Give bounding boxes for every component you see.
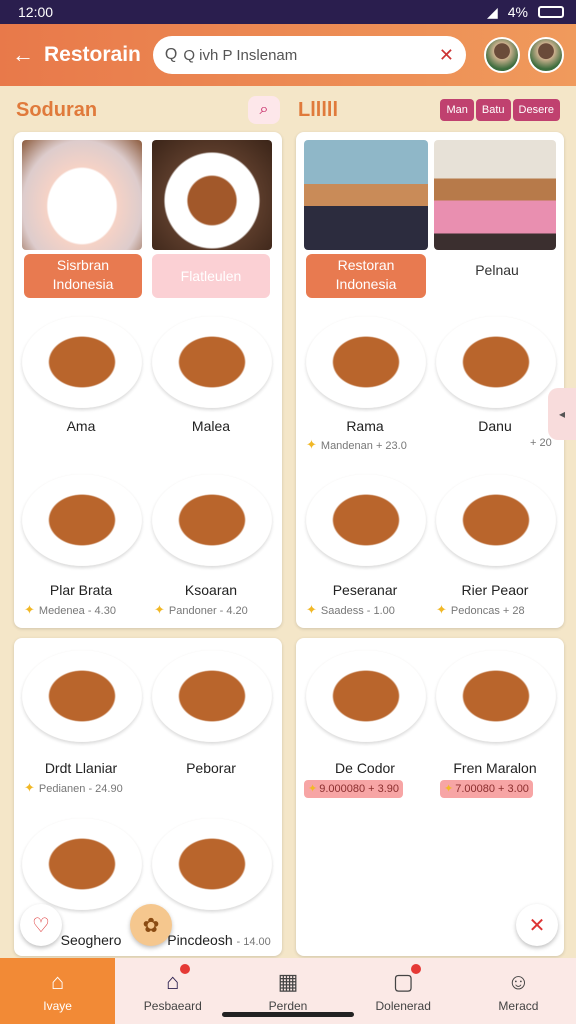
- nav-label: Ivaye: [43, 999, 72, 1013]
- restaurant-photo: [22, 140, 142, 250]
- star-icon: ✦: [436, 602, 447, 617]
- dish-name: Fren Maralon: [453, 760, 537, 776]
- home-indicator: [222, 1012, 354, 1017]
- dish-name: Drdt Llaniar: [44, 760, 118, 776]
- dish-price: ✦ Pedoncas + 28: [436, 602, 525, 617]
- dish-image[interactable]: [152, 818, 272, 910]
- home-icon: ⌂: [50, 969, 65, 994]
- app-bar: ← Restorain Q ✕: [0, 24, 576, 86]
- dish-name: Danu: [478, 418, 512, 434]
- dish-price: + 20: [530, 437, 552, 449]
- dish-image[interactable]: [22, 474, 142, 566]
- star-icon: ✦: [306, 602, 317, 617]
- nav-home[interactable]: ⌂ Ivaye: [0, 958, 116, 1024]
- dish-price: ✦ Pedianen - 24.90: [24, 780, 123, 795]
- restaurant-card-top-right[interactable]: Restoran Indonesia Pelnau Rama Danu ✦ Man…: [296, 132, 564, 628]
- home-icon: ⌂: [166, 969, 180, 994]
- store-icon: ▦: [277, 969, 299, 994]
- dish-name: De Codor: [335, 760, 395, 776]
- dish-image[interactable]: [436, 316, 556, 408]
- search-icon: Q: [164, 46, 178, 63]
- chevron-left-icon: ◂: [558, 407, 566, 421]
- chip-filter-2[interactable]: Batu: [475, 99, 511, 121]
- restaurant-tag[interactable]: Pelnau: [444, 262, 550, 278]
- dish-image[interactable]: [152, 650, 272, 742]
- favorite-icon[interactable]: ♡: [20, 904, 62, 946]
- dish-image[interactable]: [306, 316, 426, 408]
- close-icon[interactable]: ✕: [439, 45, 454, 66]
- dish-image[interactable]: [436, 650, 556, 742]
- chip-filter-3[interactable]: Desere: [512, 99, 560, 121]
- star-icon: ✦: [444, 783, 454, 795]
- clock: 12:00: [18, 4, 54, 20]
- search-input[interactable]: [183, 46, 439, 64]
- battery-icon: [538, 6, 564, 18]
- nav-label: Meracd: [498, 999, 539, 1013]
- star-icon: ✦: [154, 602, 165, 617]
- fab-icon[interactable]: ✿: [130, 904, 172, 946]
- nav-label: Pesbaeard: [143, 999, 202, 1013]
- dish-image[interactable]: [306, 474, 426, 566]
- section-title-right: Llllll: [298, 98, 338, 121]
- dish-price: ✦ 9.000080 + 3.90: [304, 780, 404, 798]
- dish-image[interactable]: [22, 316, 142, 408]
- dish-image[interactable]: [22, 650, 142, 742]
- nav-profile[interactable]: ☺ Meracd: [461, 958, 576, 1024]
- dish-image[interactable]: [22, 818, 142, 910]
- bag-icon: ▢: [392, 969, 414, 994]
- restaurant-tag[interactable]: Flatleulen: [152, 254, 270, 298]
- star-icon: ✦: [308, 783, 318, 795]
- dish-image[interactable]: [306, 650, 426, 742]
- dish-name: Pincdeosh - 14.00: [167, 932, 271, 948]
- search-icon[interactable]: ⌕: [248, 96, 280, 124]
- dish-price: ✦ Pandoner - 4.20: [154, 602, 248, 617]
- section-header-left: Soduran ⌕: [16, 96, 280, 124]
- dish-name: Peseranar: [332, 582, 398, 598]
- avatar-2[interactable]: [528, 37, 564, 73]
- dish-image[interactable]: [152, 316, 272, 408]
- dish-name: Plar Brata: [49, 582, 113, 598]
- nav-dashboard[interactable]: ⌂ Pesbaeard: [115, 958, 230, 1024]
- section-header-right: Llllll Man Batu Desere: [298, 96, 560, 124]
- side-drawer-handle[interactable]: ◂: [548, 388, 576, 440]
- dish-price: ✦ Mandenan + 23.0: [306, 437, 407, 452]
- restaurant-tag[interactable]: Restoran Indonesia: [306, 254, 426, 298]
- restaurant-photo: [434, 140, 556, 250]
- star-icon: ✦: [24, 602, 35, 617]
- close-icon[interactable]: ✕: [516, 904, 558, 946]
- nav-label: Dolenerad: [375, 999, 431, 1013]
- dish-price: ✦ Saadess - 1.00: [306, 602, 395, 617]
- avatar-1[interactable]: [484, 37, 520, 73]
- arrow-left-icon[interactable]: ←: [12, 42, 44, 68]
- notification-badge: [180, 964, 191, 974]
- chip-filter-1[interactable]: Man: [440, 99, 474, 121]
- person-icon: ☺: [507, 969, 530, 994]
- dish-name: Rama: [346, 418, 384, 434]
- dish-image[interactable]: [436, 474, 556, 566]
- notification-badge: [410, 964, 421, 974]
- dish-name: Malea: [191, 418, 231, 434]
- battery-percent: 4%: [507, 4, 528, 20]
- dish-name: Ksoaran: [184, 582, 238, 598]
- wifi-icon: ◢: [486, 3, 498, 20]
- dish-name: Ama: [66, 418, 96, 434]
- restaurant-tag[interactable]: Sisrbran Indonesia: [24, 254, 142, 298]
- dish-price: ✦ 7.00080 + 3.00: [440, 780, 533, 798]
- nav-delivered[interactable]: ▢ Dolenerad: [346, 958, 461, 1024]
- section-title-left: Soduran: [16, 98, 98, 121]
- restaurant-photo: [152, 140, 272, 250]
- dish-price: ✦ Medenea - 4.30: [24, 602, 116, 617]
- nav-label: Perden: [268, 999, 308, 1013]
- app-title: Restorain: [44, 43, 141, 66]
- star-icon: ✦: [306, 437, 317, 452]
- status-bar: 12:00 ◢ 4%: [0, 0, 576, 24]
- dish-name: Peborar: [186, 760, 236, 776]
- dish-name: Rier Peaor: [461, 582, 529, 598]
- dish-image[interactable]: [152, 474, 272, 566]
- restaurant-card-top-left[interactable]: Sisrbran Indonesia Flatleulen Ama Malea …: [14, 132, 282, 628]
- search-bar[interactable]: Q ✕: [152, 36, 466, 74]
- star-icon: ✦: [24, 780, 35, 795]
- restaurant-photo: [304, 140, 428, 250]
